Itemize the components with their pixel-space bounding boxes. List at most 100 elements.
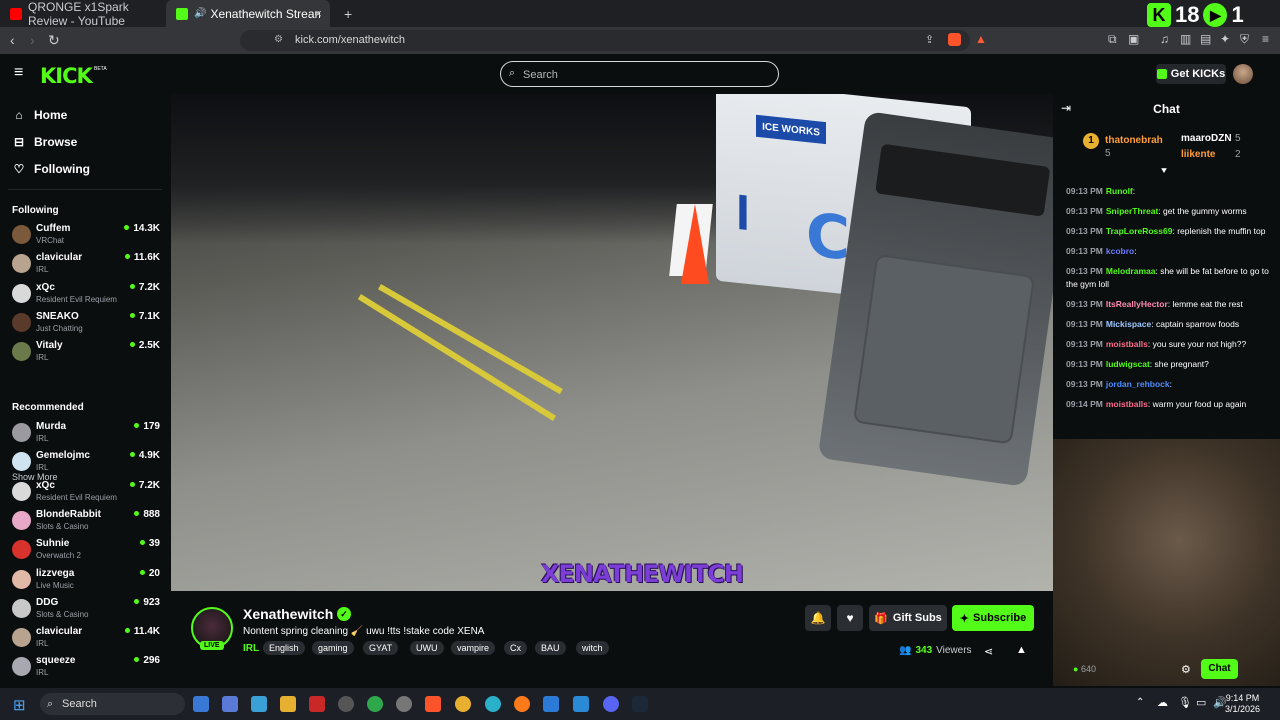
message-user[interactable]: moistballs	[1106, 339, 1148, 349]
stream-tag[interactable]: gaming	[312, 641, 354, 655]
gifter-name[interactable]: maaroDZN	[1181, 133, 1232, 144]
sidebar-channel[interactable]: clavicular IRL 11.6K	[12, 251, 160, 277]
hamburger-icon[interactable]: ≡	[14, 64, 23, 82]
sidebar-channel[interactable]: Murda IRL 179	[12, 420, 160, 446]
stream-tag[interactable]: Cx	[504, 641, 527, 655]
stream-tag[interactable]: GYAT	[363, 641, 399, 655]
sidebar-channel[interactable]: DDG Slots & Casino 923	[12, 596, 160, 622]
music-icon[interactable]: ♫	[1160, 32, 1169, 46]
taskbar-app-icon[interactable]	[396, 696, 412, 712]
get-kicks-button[interactable]: Get KICKs	[1156, 64, 1226, 84]
windows-start-icon[interactable]: ⊞	[13, 696, 26, 714]
sidebar-channel[interactable]: lizzvega Live Music 20	[12, 567, 160, 593]
message-user[interactable]: SniperThreat	[1106, 206, 1158, 216]
share-icon[interactable]: ⇪	[925, 33, 934, 46]
taskbar-search[interactable]: ⌕ Search	[40, 693, 185, 715]
mic-icon[interactable]: 🎙	[1178, 696, 1192, 709]
sidebar-channel[interactable]: Cuffem VRChat 14.3K	[12, 222, 160, 248]
subscribe-button[interactable]: ✦ Subscribe	[952, 605, 1034, 631]
menu-icon[interactable]: ≡	[1262, 32, 1269, 46]
sidebar-channel[interactable]: BlondeRabbit Slots & Casino 888	[12, 508, 160, 534]
message-user[interactable]: TrapLoreRoss69	[1106, 226, 1173, 236]
message-user[interactable]: Mickispace	[1106, 319, 1151, 329]
message-user[interactable]: kcobro	[1106, 246, 1134, 256]
stream-tag[interactable]: witch	[576, 641, 609, 655]
screenshot-icon[interactable]: ▣	[1128, 32, 1139, 46]
kick-logo[interactable]: KICK	[40, 64, 93, 88]
message-user[interactable]: ludwigscat	[1106, 359, 1150, 369]
forward-icon[interactable]: ›	[30, 32, 35, 48]
streamer-name[interactable]: Xenathewitch	[243, 606, 333, 622]
wallet-icon[interactable]: ▤	[1200, 32, 1211, 46]
notification-bell-button[interactable]: 🔔	[805, 605, 831, 631]
sidebar-channel[interactable]: xQc Resident Evil Requiem 7.2K	[12, 281, 160, 307]
vscode-icon[interactable]	[573, 696, 589, 712]
nav-browse[interactable]: ⊟ Browse	[13, 135, 77, 149]
message-user[interactable]: Runolf	[1106, 186, 1133, 196]
nav-following[interactable]: ♡ Following	[13, 162, 90, 176]
brave-shields-icon[interactable]	[948, 33, 961, 46]
taskbar-app-icon[interactable]	[367, 696, 383, 712]
taskbar-app-icon[interactable]	[193, 696, 209, 712]
tab-kick[interactable]: 🔊 Xenathewitch Stream - Watc ×	[166, 0, 330, 27]
vpn-icon[interactable]: ⛨	[1240, 32, 1249, 47]
sidebar-channel[interactable]: Vitaly IRL 2.5K	[12, 339, 160, 365]
site-info-icon[interactable]: ⚙	[274, 34, 283, 45]
discord-icon[interactable]	[603, 696, 619, 712]
message-user[interactable]: ItsReallyHector	[1106, 299, 1168, 309]
share-icon[interactable]: ⋖	[984, 645, 993, 658]
taskbar-app-icon[interactable]	[338, 696, 354, 712]
taskbar-app-icon[interactable]	[222, 696, 238, 712]
taskbar-app-icon[interactable]	[251, 696, 267, 712]
stream-category[interactable]: IRL	[243, 643, 259, 654]
file-explorer-icon[interactable]	[280, 696, 296, 712]
sidebar-channel[interactable]: squeeze IRL 296	[12, 654, 160, 680]
brave-browser-icon[interactable]	[425, 696, 441, 712]
back-icon[interactable]: ‹	[10, 32, 15, 48]
message-user[interactable]: jordan_rehbock	[1106, 379, 1170, 389]
steam-icon[interactable]	[632, 696, 648, 712]
chrome-icon[interactable]	[455, 696, 471, 712]
follow-button[interactable]: ♥	[837, 605, 863, 631]
taskbar-clock[interactable]: 9:14 PM 3/1/2026	[1225, 693, 1260, 715]
gifter-name[interactable]: thatonebrah	[1105, 135, 1163, 146]
message-user[interactable]: moistballs	[1106, 399, 1148, 409]
address-bar[interactable]: ⚙ kick.com/xenathewitch ⇪	[240, 30, 970, 51]
sidebar-channel[interactable]: xQc Resident Evil Requiem 7.2K	[12, 479, 160, 505]
chat-send-button[interactable]: Chat	[1201, 659, 1238, 679]
gift-subs-button[interactable]: 🎁 Gift Subs	[869, 605, 947, 631]
stream-tag[interactable]: English	[263, 641, 305, 655]
collapse-chat-icon[interactable]: ⇥	[1061, 101, 1071, 115]
brave-rewards-icon[interactable]: ▲	[975, 32, 987, 46]
pin-icon[interactable]: ⯆	[1160, 166, 1168, 177]
network-icon[interactable]: ▭	[1196, 696, 1206, 709]
settings-icon[interactable]: ⚙	[1181, 663, 1191, 676]
new-tab-button[interactable]: +	[334, 0, 354, 27]
stream-tag[interactable]: vampire	[451, 641, 496, 655]
nav-home[interactable]: ⌂ Home	[13, 108, 67, 122]
sidebar-channel[interactable]: Suhnie Overwatch 2 39	[12, 537, 160, 563]
firefox-icon[interactable]	[514, 696, 530, 712]
channel-points[interactable]: ● 640	[1073, 664, 1096, 674]
reload-icon[interactable]: ↻	[48, 32, 60, 49]
stream-tag[interactable]: BAU	[535, 641, 566, 655]
video-player[interactable]: ICE WORKS I C XENATHEWITCH	[171, 94, 1053, 591]
report-icon[interactable]: ▲	[1016, 644, 1027, 656]
user-avatar[interactable]	[1233, 64, 1253, 84]
edge-icon[interactable]	[485, 696, 501, 712]
leo-icon[interactable]: ✦	[1220, 32, 1230, 46]
gifter-name[interactable]: liikente	[1181, 149, 1215, 160]
tab-youtube[interactable]: QRONGE x1Spark Review - YouTube	[0, 0, 165, 28]
taskbar-app-icon[interactable]	[543, 696, 559, 712]
search-input[interactable]: ⌕ Search	[500, 61, 779, 87]
sidebar-channel[interactable]: SNEAKO Just Chatting 7.1K	[12, 310, 160, 336]
tray-arrow-icon[interactable]: ⌃	[1136, 697, 1144, 708]
stream-tag[interactable]: UWU	[410, 641, 444, 655]
sidebar-channel[interactable]: clavicular IRL 11.4K	[12, 625, 160, 651]
taskbar-app-icon[interactable]	[309, 696, 325, 712]
message-user[interactable]: Melodramaa	[1106, 266, 1156, 276]
close-tab-icon[interactable]: ×	[314, 6, 322, 21]
sidebar-icon[interactable]: ▥	[1180, 32, 1191, 46]
extensions-icon[interactable]: ⧉	[1108, 32, 1117, 47]
sidebar-channel[interactable]: Gemelojmc IRL 4.9K	[12, 449, 160, 475]
